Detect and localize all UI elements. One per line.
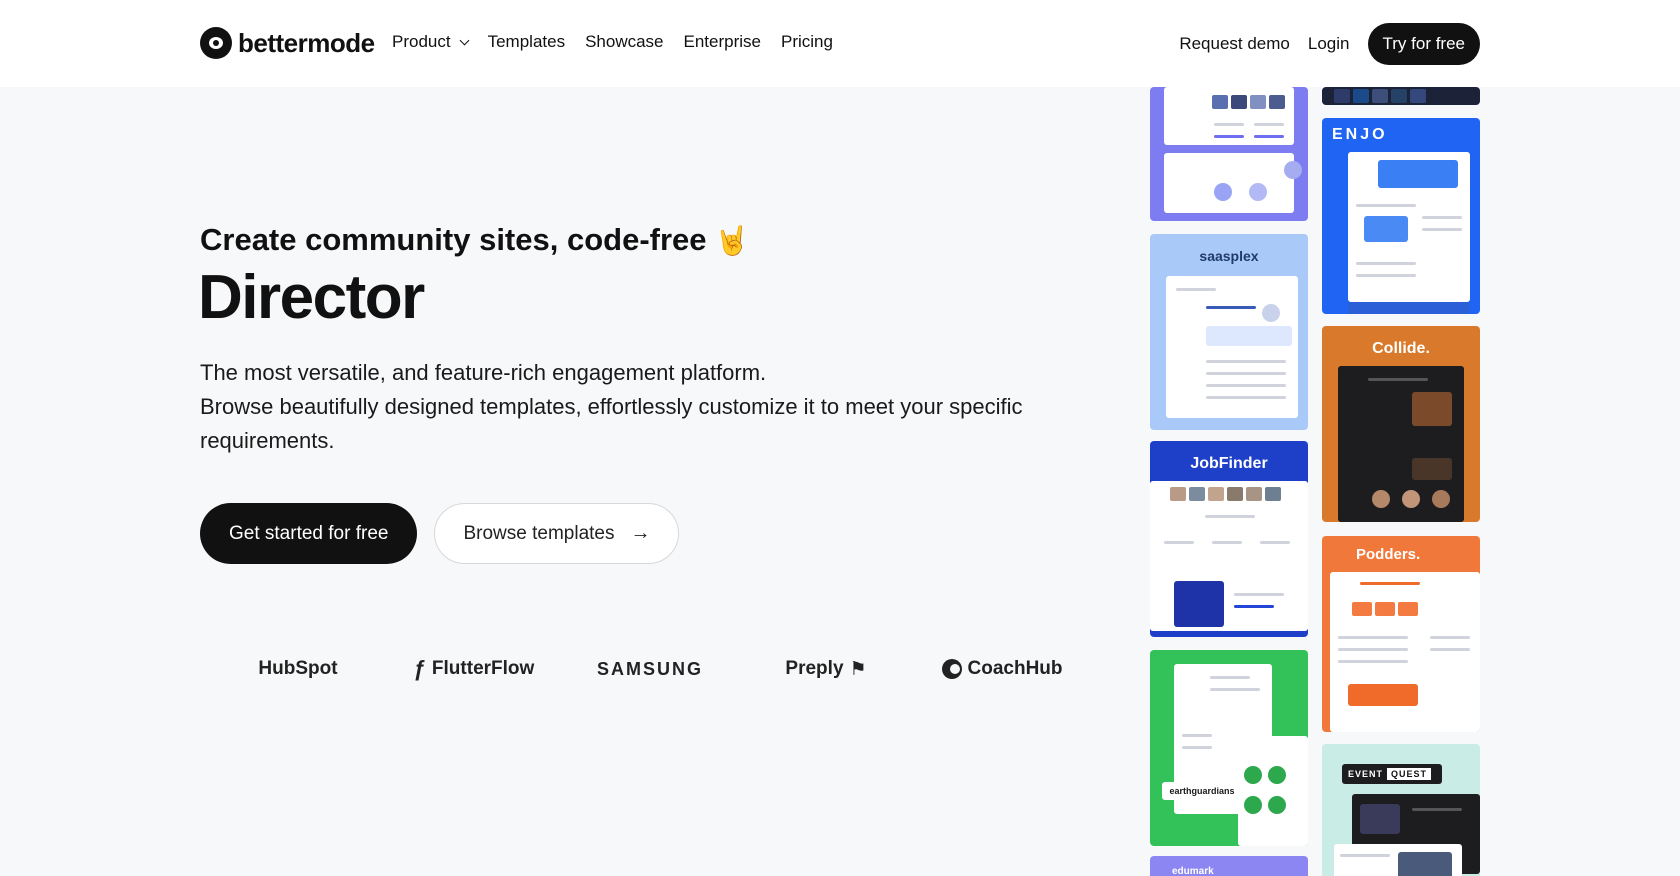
hero-cta-group: Get started for free Browse templates → [200, 503, 680, 564]
menu-item-product-label: Product [392, 32, 451, 51]
coachhub-logo: CoachHub [914, 658, 1090, 680]
nav-actions: Request demo Login Try for free [1179, 23, 1480, 65]
coachhub-icon [941, 659, 962, 679]
jobfinder-title: JobFinder [1190, 455, 1268, 472]
hero-tagline-text: Create community sites, code-free [200, 222, 707, 257]
template-preview [1164, 153, 1302, 213]
template-preview [1164, 87, 1294, 145]
quest-label: QUEST [1387, 768, 1432, 780]
eventquest-logo: EVENT QUEST [1342, 764, 1442, 784]
preply-flag-icon: ⚑ [849, 658, 867, 680]
template-card-collide[interactable]: Collide. [1322, 326, 1480, 522]
request-demo-link[interactable]: Request demo [1179, 34, 1290, 54]
template-card-saasplex[interactable]: saasplex [1150, 234, 1308, 430]
hero-headline: Director [198, 263, 425, 332]
hero-tagline: Create community sites, code-free 🤘 [200, 222, 749, 258]
brand-logo[interactable]: bettermode [200, 27, 375, 59]
template-card-enjo[interactable]: ENJO [1322, 118, 1480, 314]
template-card-top-right[interactable] [1322, 87, 1480, 105]
menu-item-enterprise[interactable]: Enterprise [684, 32, 761, 52]
edumark-title: edumark [1172, 866, 1214, 876]
hubspot-logo: HubSpot [258, 658, 338, 679]
samsung-logo: SAMSUNG [596, 658, 703, 679]
bettermode-logo-icon [200, 27, 232, 59]
chevron-down-icon [459, 35, 470, 45]
saasplex-title: saasplex [1199, 248, 1259, 264]
flutterflow-logo-text: FlutterFlow [431, 658, 535, 679]
template-card-edumark[interactable]: edumark [1150, 856, 1308, 876]
template-card-eventquest[interactable]: EVENT QUEST [1322, 744, 1480, 876]
flutterflow-icon: ƒ [413, 656, 426, 681]
arrow-right-icon: → [630, 522, 651, 544]
template-preview [1348, 152, 1470, 302]
template-preview [1166, 276, 1298, 418]
menu-item-product[interactable]: Product [392, 32, 470, 52]
template-preview [1150, 481, 1308, 631]
enjo-title: ENJO [1332, 126, 1388, 143]
template-card-jobfinder[interactable]: JobFinder [1150, 441, 1308, 637]
template-footer-bar [1348, 302, 1470, 314]
event-label: EVENT [1348, 769, 1384, 779]
template-card-purple[interactable] [1150, 87, 1308, 221]
menu-item-showcase[interactable]: Showcase [585, 32, 663, 52]
browse-templates-button[interactable]: Browse templates → [434, 503, 680, 564]
preply-logo-text: Preply [785, 658, 844, 679]
menu-item-templates[interactable]: Templates [488, 32, 565, 52]
main-menu: Product Templates Showcase Enterprise Pr… [392, 32, 833, 52]
try-for-free-button[interactable]: Try for free [1367, 23, 1480, 65]
get-started-button[interactable]: Get started for free [200, 503, 418, 564]
earthguardians-title: earthguardians [1169, 786, 1235, 796]
template-preview [1330, 572, 1480, 732]
template-preview [1334, 844, 1462, 876]
collide-title: Collide. [1372, 340, 1430, 357]
earthguardians-label: earthguardians [1162, 782, 1242, 800]
template-card-earthguardians[interactable]: earthguardians [1150, 650, 1308, 846]
hero-description: The most versatile, and feature-rich eng… [200, 356, 1080, 458]
top-navigation: bettermode Product Templates Showcase En… [0, 0, 1680, 87]
preply-logo: Preply ⚑ [738, 658, 914, 681]
template-preview [1238, 736, 1308, 846]
template-card-podders[interactable]: Podders. [1322, 536, 1480, 732]
template-preview [1338, 366, 1464, 522]
hero-description-line-1: The most versatile, and feature-rich eng… [200, 360, 767, 385]
customer-logos: HubSpot ƒ FlutterFlow SAMSUNG Preply ⚑ C… [210, 656, 1090, 682]
podders-title: Podders. [1356, 546, 1421, 563]
hero-description-line-2: Browse beautifully designed templates, e… [200, 394, 1023, 453]
flutterflow-logo: ƒ FlutterFlow [386, 656, 562, 682]
brand-name: bettermode [238, 27, 375, 58]
browse-templates-label: Browse templates [463, 522, 615, 544]
login-link[interactable]: Login [1308, 34, 1350, 54]
rock-hand-icon: 🤘 [714, 224, 750, 256]
menu-item-pricing[interactable]: Pricing [781, 32, 833, 52]
coachhub-logo-text: CoachHub [967, 658, 1063, 679]
